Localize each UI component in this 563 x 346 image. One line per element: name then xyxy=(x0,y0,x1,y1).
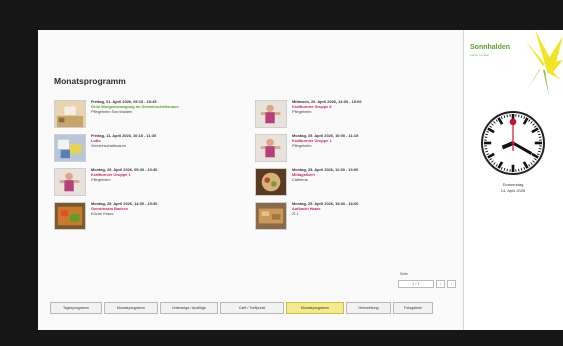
nav-button[interactable]: Fotogalerie xyxy=(393,302,433,314)
event-place: ZI 1 xyxy=(292,210,299,216)
nav-button[interactable]: Café / Treffpunkt xyxy=(220,302,284,314)
next-page-button[interactable]: › xyxy=(447,280,456,288)
event-thumbnail xyxy=(255,134,287,162)
pager: Seite 1 / 1 ‹ › xyxy=(398,272,458,292)
nav-button[interactable]: Heimzeitung xyxy=(346,302,391,314)
clock-date: 14. April 2026 xyxy=(500,188,526,193)
event-text: Montag, 25. April 2026, 14:30 - 15:30 Gem… xyxy=(91,201,241,217)
event-place: Pflegeheim Sonnhalden xyxy=(91,108,133,114)
clock-day: Donnerstag xyxy=(502,182,524,187)
event-item[interactable]: Montag, 25. April 2026, 15:00 - 16:00 Auf… xyxy=(255,201,435,230)
event-place: Küche Kraus xyxy=(91,210,114,216)
event-item[interactable]: Montag, 25. April 2026, 14:30 - 15:30 Gem… xyxy=(54,201,234,230)
event-thumbnail xyxy=(54,202,86,230)
event-place: Cafeteria xyxy=(292,176,308,182)
nav-button[interactable]: Monatsprogramm xyxy=(286,302,344,314)
event-place: Pflegeheim xyxy=(292,142,312,148)
screen: Monatsprogramm Freitag, 01. April 2026, … xyxy=(0,0,563,346)
event-text: Montag, 25. April 2026, 11:30 - 13:00 Mit… xyxy=(292,167,442,183)
event-place: Pflegeheim xyxy=(292,108,312,114)
event-item[interactable]: Montag, 25. April 2026, 09:30 - 10:30 Kra… xyxy=(54,167,234,196)
event-item[interactable]: Freitag, 01. April 2026, 09:15 - 10:45 Gr… xyxy=(54,99,234,128)
page-title: Monatsprogramm xyxy=(54,76,126,86)
event-item[interactable]: Mittwoch, 20. April 2026, 14:00 - 15:00 K… xyxy=(255,99,435,128)
station-clock-icon xyxy=(480,110,546,176)
event-item[interactable]: Montag, 25. April 2026, 10:00 - 11:15 Kra… xyxy=(255,133,435,162)
nav-button[interactable]: Tagesprogramm xyxy=(50,302,102,314)
event-thumbnail xyxy=(255,202,287,230)
event-text: Montag, 25. April 2026, 09:30 - 10:30 Kra… xyxy=(91,167,241,183)
event-place: Gemeinschaftsraum xyxy=(91,142,126,148)
page-select[interactable]: 1 / 1 xyxy=(398,280,434,288)
pager-label: Seite xyxy=(400,272,408,276)
sunflower-logo-icon xyxy=(525,30,563,96)
nav-button[interactable]: Unterwegs / Ausflüge xyxy=(160,302,218,314)
event-thumbnail xyxy=(255,100,287,128)
event-thumbnail xyxy=(54,100,86,128)
event-text: Montag, 25. April 2026, 10:00 - 11:15 Kra… xyxy=(292,133,442,149)
event-thumbnail xyxy=(255,168,287,196)
event-text: Freitag, 11. April 2026, 10:15 - 11:30 Lo… xyxy=(91,133,241,149)
event-item[interactable]: Montag, 25. April 2026, 11:30 - 13:00 Mit… xyxy=(255,167,435,196)
nav-button[interactable]: Monatsprogramm xyxy=(104,302,158,314)
event-text: Freitag, 01. April 2026, 09:15 - 10:45 Gr… xyxy=(91,99,241,115)
event-text: Mittwoch, 20. April 2026, 14:00 - 15:00 K… xyxy=(292,99,442,115)
event-place: Pflegeheim xyxy=(91,176,111,182)
event-item[interactable]: Freitag, 11. April 2026, 10:15 - 11:30 Lo… xyxy=(54,133,234,162)
event-thumbnail xyxy=(54,168,86,196)
event-thumbnail xyxy=(54,134,86,162)
event-text: Montag, 25. April 2026, 15:00 - 16:00 Auf… xyxy=(292,201,442,217)
brand-tagline: Leben im Alter xyxy=(470,53,490,57)
prev-page-button[interactable]: ‹ xyxy=(436,280,445,288)
